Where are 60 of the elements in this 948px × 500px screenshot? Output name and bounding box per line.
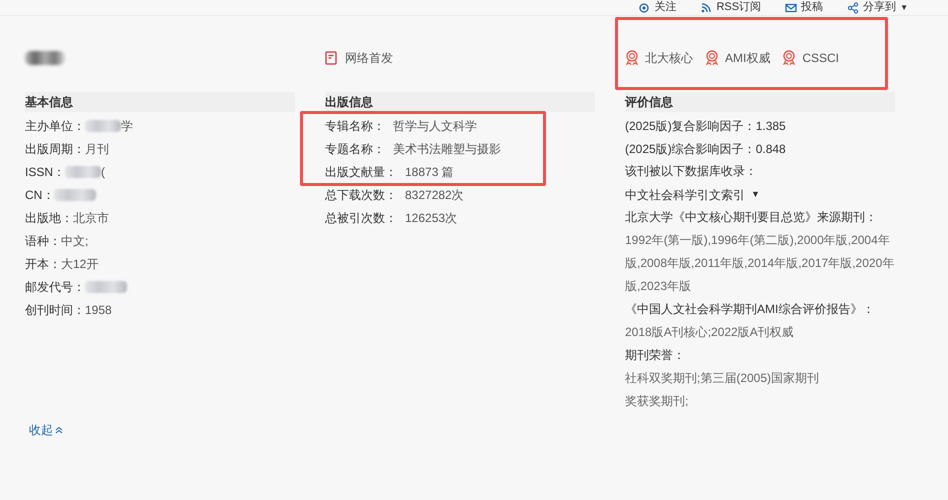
field-label: 邮发代号： — [25, 278, 85, 296]
rss-icon — [700, 2, 712, 14]
field-label: 出版文献量： — [325, 164, 397, 180]
field-label: 总下载次数： — [325, 186, 397, 204]
section-heading: 出版信息 — [325, 92, 595, 112]
field-value: 8327282次 — [405, 186, 464, 204]
field-value: 0.848 — [756, 140, 786, 158]
caret-icon: ▼ — [751, 188, 760, 202]
envelope-icon — [785, 2, 798, 14]
field-value: 大12开 — [61, 256, 98, 272]
field-label: CN： — [25, 186, 54, 204]
badge-label: CSSCI — [802, 50, 840, 67]
info-label: 《中国人文社会科学期刊AMI综合评价报告》： — [625, 301, 876, 318]
field-label: (2025版)复合影响因子： — [625, 118, 756, 134]
field-value: 月刊 — [85, 140, 109, 158]
badge-label: AMI权威 — [725, 50, 770, 67]
database-dropdown[interactable]: 中文社会科学引文索引 — [625, 186, 745, 204]
field-label: 总被引次数： — [325, 210, 397, 226]
document-icon — [325, 51, 337, 65]
top-link[interactable]: RSS订阅 — [716, 0, 762, 16]
info-value: 1992年(第一版),1996年(第二版),2000年版,2004年版,2008年版,2011年版,2014年版,2017年版,2020年版,2023年版 — [625, 232, 896, 295]
award-icon — [705, 50, 719, 66]
collapse-link[interactable]: 收起 — [29, 421, 64, 439]
field-value: 18873 篇 — [405, 164, 454, 180]
award-icon — [625, 50, 639, 66]
field-value: 学 — [121, 118, 133, 134]
field-value: 美术书法雕塑与摄影 — [393, 140, 501, 158]
section-heading: 基本信息 — [25, 92, 295, 112]
field-label: ISSN： — [25, 164, 66, 180]
field-label: 语种： — [25, 232, 61, 250]
top-link[interactable]: 投稿 — [801, 0, 824, 16]
share-icon — [847, 2, 860, 14]
double-chevron-icon — [54, 426, 64, 434]
field-label: 专题名称： — [325, 140, 385, 158]
field-label: 出版周期： — [25, 140, 85, 158]
online-first-label: 网络首发 — [345, 50, 393, 67]
info-label: 期刊荣誉： — [625, 347, 686, 364]
info-value: 社科双奖期刊;第三届(2005)国家期刊奖获奖期刊; — [625, 370, 820, 410]
field-value: ( — [101, 164, 106, 180]
info-value: 2018版A刊核心;2022版A刊权威 — [625, 324, 795, 341]
field-label: 创刊时间： — [25, 302, 85, 318]
info-label: 该刊被以下数据库收录： — [625, 163, 758, 180]
field-value: 北京市 — [73, 210, 109, 226]
field-value: 126253次 — [405, 210, 458, 226]
caret-icon: ▼ — [900, 2, 908, 14]
field-value: 1.385 — [756, 118, 786, 134]
field-value: 中文; — [61, 232, 88, 250]
field-label: (2025版)综合影响因子： — [625, 140, 756, 158]
info-label: 北京大学《中文核心期刊要目总览》来源期刊： — [625, 209, 878, 226]
field-label: 开本： — [25, 256, 61, 272]
section-heading: 评价信息 — [625, 92, 895, 112]
field-label: 主办单位： — [25, 118, 85, 134]
field-label: 专辑名称： — [325, 118, 385, 134]
top-link[interactable]: 分享到 — [863, 0, 896, 16]
field-label: 出版地： — [25, 210, 73, 226]
field-value: 哲学与人文科学 — [393, 118, 477, 134]
badge-label: 北大核心 — [645, 50, 693, 67]
top-link[interactable]: 关注 — [654, 0, 676, 16]
field-value: 1958 — [85, 302, 112, 318]
award-icon — [782, 50, 796, 66]
